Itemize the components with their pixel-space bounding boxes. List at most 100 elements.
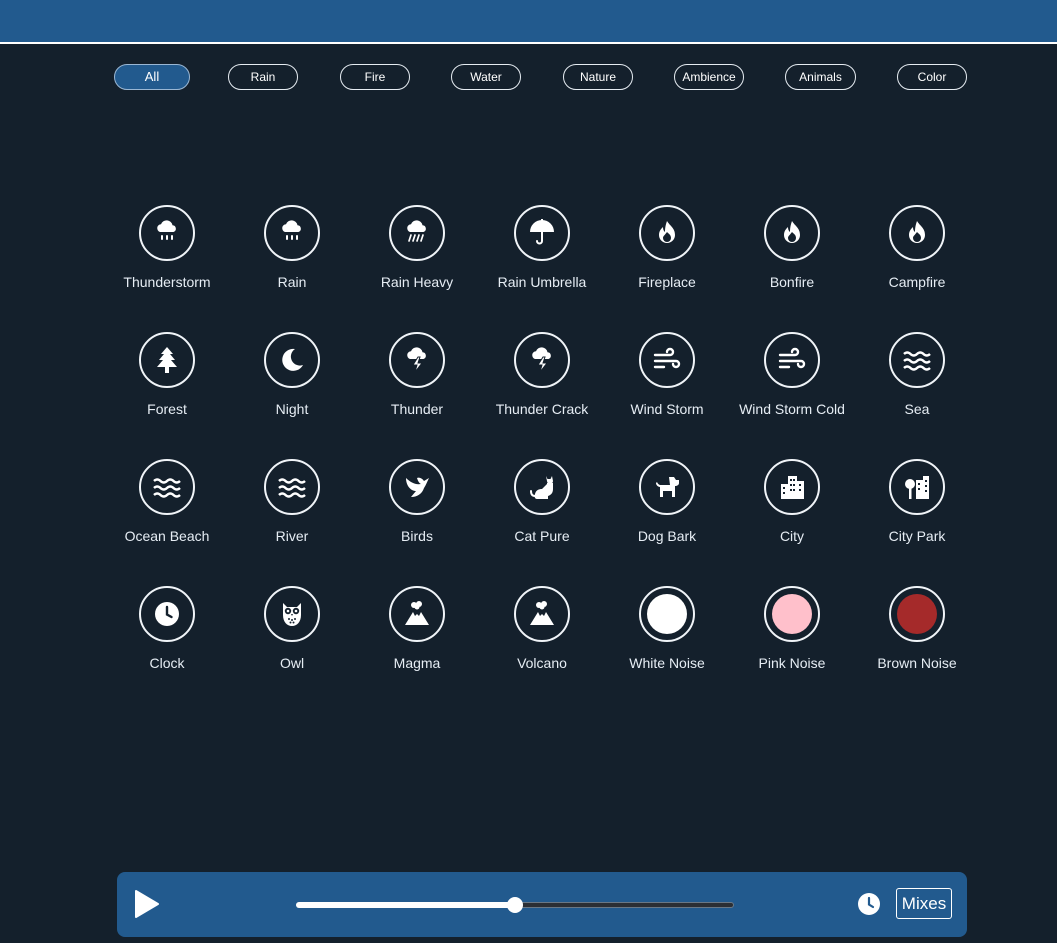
sound-label: Bonfire: [769, 274, 815, 290]
sound-tile-forest[interactable]: Forest: [105, 332, 229, 432]
cloud-bolt-icon: [407, 347, 426, 373]
noise-dot-icon: [647, 594, 687, 634]
dog-icon: [656, 477, 679, 497]
sound-toggle-button[interactable]: [514, 586, 570, 642]
sound-toggle-button[interactable]: [764, 586, 820, 642]
sound-tile-clock[interactable]: Clock: [105, 586, 229, 686]
sound-tile-bonfire[interactable]: Bonfire: [730, 205, 854, 305]
water-icon: [278, 478, 306, 498]
sound-tile-city-park[interactable]: City Park: [855, 459, 979, 559]
sound-tile-brown-noise[interactable]: Brown Noise: [855, 586, 979, 686]
sound-tile-rain[interactable]: Rain: [230, 205, 354, 305]
volume-slider[interactable]: [296, 897, 734, 913]
sound-toggle-button[interactable]: [514, 332, 570, 388]
sound-label: Ocean Beach: [124, 528, 210, 544]
sound-tile-white-noise[interactable]: White Noise: [605, 586, 729, 686]
sound-tile-wind-storm-cold[interactable]: Wind Storm Cold: [730, 332, 854, 432]
sound-tile-city[interactable]: City: [730, 459, 854, 559]
sound-toggle-button[interactable]: [889, 586, 945, 642]
sound-label: Wind Storm Cold: [739, 401, 845, 417]
sound-tile-thunder[interactable]: Thunder: [355, 332, 479, 432]
sound-toggle-button[interactable]: [389, 332, 445, 388]
sound-tile-dog-bark[interactable]: Dog Bark: [605, 459, 729, 559]
timer-button[interactable]: [857, 892, 881, 916]
sound-label: Wind Storm: [630, 401, 704, 417]
sound-toggle-button[interactable]: [514, 459, 570, 515]
sound-tile-birds[interactable]: Birds: [355, 459, 479, 559]
sound-tile-rain-heavy[interactable]: Rain Heavy: [355, 205, 479, 305]
sound-label: Owl: [279, 655, 305, 671]
sound-label: Cat Pure: [514, 528, 570, 544]
cloud-bolt-icon: [532, 347, 551, 373]
sound-toggle-button[interactable]: [889, 332, 945, 388]
wind-icon: [778, 347, 806, 369]
volume-slider-fill: [296, 902, 515, 908]
sound-toggle-button[interactable]: [264, 586, 320, 642]
sound-label: Thunder: [390, 401, 444, 417]
sound-tile-river[interactable]: River: [230, 459, 354, 559]
sound-label: Fireplace: [638, 274, 696, 290]
sound-toggle-button[interactable]: [264, 459, 320, 515]
sound-tile-magma[interactable]: Magma: [355, 586, 479, 686]
sound-label: River: [275, 528, 309, 544]
sound-tile-night[interactable]: Night: [230, 332, 354, 432]
sound-toggle-button[interactable]: [764, 459, 820, 515]
mixes-button[interactable]: Mixes: [896, 888, 952, 919]
sound-tile-volcano[interactable]: Volcano: [480, 586, 604, 686]
sound-toggle-button[interactable]: [639, 332, 695, 388]
sound-toggle-button[interactable]: [139, 459, 195, 515]
sound-label: Rain Umbrella: [497, 274, 587, 290]
tree-city-icon: [905, 476, 929, 499]
play-icon: [135, 890, 159, 918]
sound-tile-rain-umbrella[interactable]: Rain Umbrella: [480, 205, 604, 305]
sound-label: Forest: [147, 401, 187, 417]
sound-toggle-button[interactable]: [639, 205, 695, 261]
moon-icon: [282, 348, 303, 371]
sound-toggle-button[interactable]: [139, 205, 195, 261]
player-bar: Mixes: [117, 872, 967, 937]
sound-tile-cat-pure[interactable]: Cat Pure: [480, 459, 604, 559]
cloud-rain-icon: [282, 220, 301, 240]
sound-label: Campfire: [888, 274, 946, 290]
sound-toggle-button[interactable]: [139, 586, 195, 642]
volume-slider-thumb[interactable]: [507, 897, 523, 913]
sound-label: White Noise: [629, 655, 705, 671]
sound-label: Pink Noise: [758, 655, 826, 671]
sound-toggle-button[interactable]: [639, 459, 695, 515]
sound-toggle-button[interactable]: [889, 205, 945, 261]
sound-label: City: [779, 528, 805, 544]
fire-icon: [659, 221, 675, 243]
sound-tile-owl[interactable]: Owl: [230, 586, 354, 686]
sound-label: Thunderstorm: [123, 274, 211, 290]
sound-tile-sea[interactable]: Sea: [855, 332, 979, 432]
sound-grid: Thunderstorm Rain Rain Heavy Rain Umbrel…: [0, 0, 1057, 700]
sound-tile-ocean-beach[interactable]: Ocean Beach: [105, 459, 229, 559]
sound-label: City Park: [888, 528, 946, 544]
sound-toggle-button[interactable]: [764, 205, 820, 261]
dove-icon: [406, 477, 429, 497]
sound-tile-pink-noise[interactable]: Pink Noise: [730, 586, 854, 686]
sound-tile-thunderstorm[interactable]: Thunderstorm: [105, 205, 229, 305]
sound-toggle-button[interactable]: [889, 459, 945, 515]
sound-toggle-button[interactable]: [514, 205, 570, 261]
noise-dot-icon: [897, 594, 937, 634]
clock-icon: [155, 602, 179, 626]
play-button[interactable]: [131, 889, 161, 919]
cat-icon: [530, 476, 553, 499]
sound-tile-fireplace[interactable]: Fireplace: [605, 205, 729, 305]
sound-toggle-button[interactable]: [389, 586, 445, 642]
sound-toggle-button[interactable]: [389, 205, 445, 261]
sound-toggle-button[interactable]: [639, 586, 695, 642]
sound-label: Brown Noise: [877, 655, 957, 671]
fire-icon: [784, 221, 800, 243]
sound-tile-thunder-crack[interactable]: Thunder Crack: [480, 332, 604, 432]
sound-toggle-button[interactable]: [264, 205, 320, 261]
sound-toggle-button[interactable]: [264, 332, 320, 388]
wind-icon: [653, 347, 681, 369]
sound-tile-campfire[interactable]: Campfire: [855, 205, 979, 305]
sound-toggle-button[interactable]: [139, 332, 195, 388]
water-icon: [153, 478, 181, 498]
sound-toggle-button[interactable]: [764, 332, 820, 388]
sound-toggle-button[interactable]: [389, 459, 445, 515]
sound-tile-wind-storm[interactable]: Wind Storm: [605, 332, 729, 432]
